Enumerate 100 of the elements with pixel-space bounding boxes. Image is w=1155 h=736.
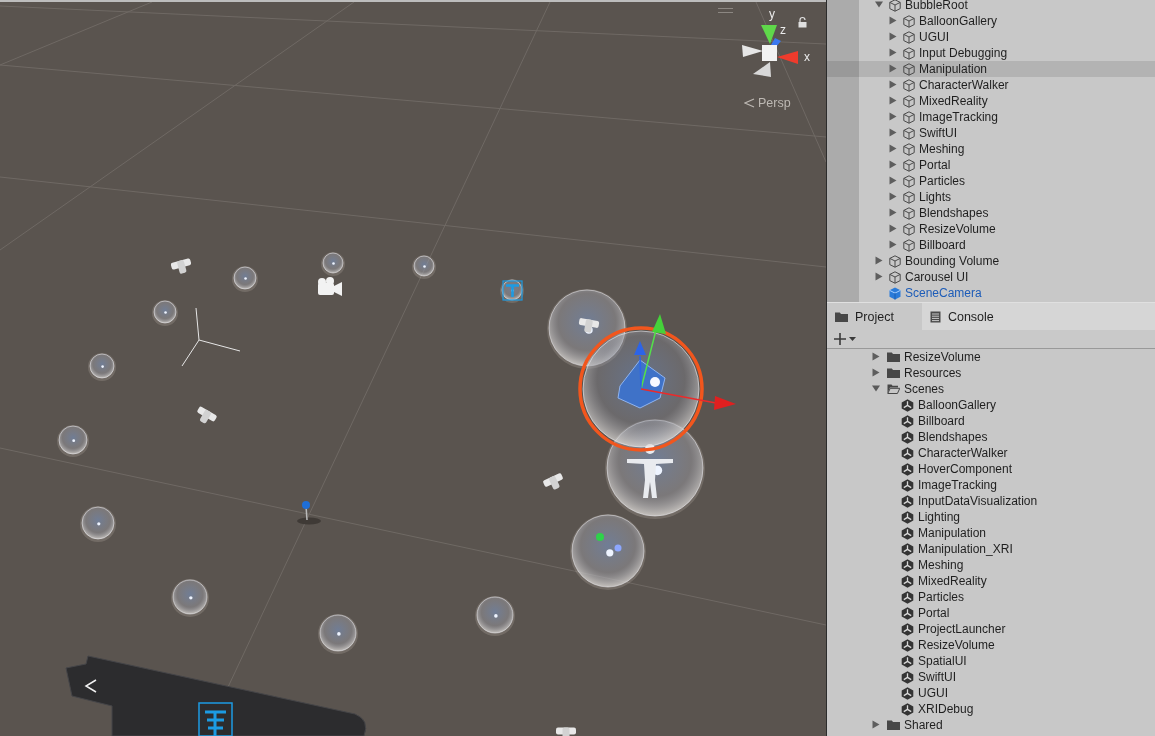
caret-right-icon[interactable]: [889, 16, 897, 25]
cube-outline-icon: [903, 174, 915, 188]
caret-down-icon[interactable]: [872, 384, 880, 393]
caret-right-icon[interactable]: [872, 720, 880, 729]
hierarchy-item[interactable]: Lights: [827, 189, 1155, 205]
hierarchy-item[interactable]: ImageTracking: [827, 109, 1155, 125]
hierarchy-item[interactable]: CharacterWalker: [827, 77, 1155, 93]
caret-right-icon[interactable]: [889, 240, 897, 249]
hierarchy-item[interactable]: Bounding Volume: [827, 253, 1155, 269]
cube-object[interactable]: [617, 359, 666, 409]
caret-right-icon[interactable]: [889, 176, 897, 185]
hierarchy-item[interactable]: Meshing: [827, 141, 1155, 157]
cube-outline-icon: [903, 142, 915, 156]
caret-right-icon[interactable]: [889, 192, 897, 201]
project-item[interactable]: InputDataVisualization: [827, 493, 1155, 509]
project-item[interactable]: Particles: [827, 589, 1155, 605]
hierarchy-item[interactable]: Input Debugging: [827, 45, 1155, 61]
hierarchy-item[interactable]: SwiftUI: [827, 125, 1155, 141]
caret-right-icon[interactable]: [889, 80, 897, 89]
marker-dot: [614, 544, 622, 552]
scene-icon: [901, 654, 914, 668]
scene-icon: [901, 670, 914, 684]
scene-icon: [901, 446, 914, 460]
project-item[interactable]: UGUI: [827, 685, 1155, 701]
axis-label: z: [780, 23, 786, 37]
project-item[interactable]: SpatialUI: [827, 653, 1155, 669]
caret-right-icon[interactable]: [889, 160, 897, 169]
negative-y-cone[interactable]: [753, 62, 771, 77]
hierarchy-item[interactable]: BubbleRoot: [827, 0, 1155, 13]
project-item[interactable]: Lighting: [827, 509, 1155, 525]
lock-icon[interactable]: [798, 16, 807, 28]
hierarchy-item[interactable]: Manipulation: [827, 61, 1155, 77]
bubble-sphere: [475, 596, 515, 636]
panel-tab[interactable]: Project: [827, 303, 922, 330]
y-axis-cone[interactable]: [761, 25, 777, 44]
cube-outline-icon: [889, 270, 901, 284]
mannequin-figure: [627, 444, 673, 498]
hierarchy-item[interactable]: Particles: [827, 173, 1155, 189]
caret-right-icon[interactable]: [872, 352, 880, 361]
project-item[interactable]: MixedReality: [827, 573, 1155, 589]
project-item[interactable]: ImageTracking: [827, 477, 1155, 493]
caret-right-icon[interactable]: [889, 112, 897, 121]
connector-object: [556, 727, 576, 736]
negative-x-cone[interactable]: [742, 45, 763, 57]
project-item[interactable]: Billboard: [827, 413, 1155, 429]
cube-outline-icon: [903, 30, 915, 44]
project-item[interactable]: Scenes: [827, 381, 1155, 397]
caret-right-icon[interactable]: [889, 128, 897, 137]
caret-right-icon[interactable]: [889, 224, 897, 233]
bubble-sphere: [232, 266, 258, 292]
caret-right-icon[interactable]: [889, 48, 897, 57]
project-item[interactable]: XRIDebug: [827, 701, 1155, 717]
folder-icon: [835, 311, 848, 322]
create-button[interactable]: [834, 333, 856, 345]
hierarchy-item[interactable]: SceneCamera: [827, 285, 1155, 301]
project-item[interactable]: Resources: [827, 365, 1155, 381]
caret-right-icon[interactable]: [875, 256, 883, 265]
move-x-arrow[interactable]: [640, 388, 736, 410]
cube-outline-icon: [903, 94, 915, 108]
caret-right-icon[interactable]: [889, 208, 897, 217]
hierarchy-item[interactable]: Carousel UI: [827, 269, 1155, 285]
project-item[interactable]: BalloonGallery: [827, 397, 1155, 413]
caret-right-icon[interactable]: [875, 272, 883, 281]
menu-icon[interactable]: [717, 8, 734, 13]
chevron-left-icon: [84, 679, 97, 693]
bubble-sphere: [321, 252, 345, 276]
caret-right-icon[interactable]: [889, 96, 897, 105]
caret-down-icon[interactable]: [875, 0, 883, 9]
hierarchy-item[interactable]: MixedReality: [827, 93, 1155, 109]
project-item[interactable]: HoverComponent: [827, 461, 1155, 477]
project-item[interactable]: Meshing: [827, 557, 1155, 573]
hierarchy-item[interactable]: Billboard: [827, 237, 1155, 253]
scene-viewport[interactable]: y z x Persp: [0, 0, 826, 736]
project-item[interactable]: Blendshapes: [827, 429, 1155, 445]
project-item[interactable]: SwiftUI: [827, 669, 1155, 685]
project-item[interactable]: Manipulation_XRI: [827, 541, 1155, 557]
project-item[interactable]: Shared: [827, 717, 1155, 733]
caret-right-icon[interactable]: [889, 64, 897, 73]
scene-icon: [901, 606, 914, 620]
project-item[interactable]: ResizeVolume: [827, 637, 1155, 653]
scene-icon: [901, 558, 914, 572]
projection-toggle[interactable]: Persp: [744, 96, 791, 110]
hierarchy-item[interactable]: Blendshapes: [827, 205, 1155, 221]
scene-icon: [901, 478, 914, 492]
hierarchy-item[interactable]: ResizeVolume: [827, 221, 1155, 237]
caret-right-icon[interactable]: [889, 144, 897, 153]
hierarchy-item[interactable]: Portal: [827, 157, 1155, 173]
panel-tab[interactable]: Console: [921, 303, 1022, 330]
cube-outline-icon: [903, 14, 915, 28]
project-item[interactable]: Manipulation: [827, 525, 1155, 541]
project-item[interactable]: ResizeVolume: [827, 349, 1155, 365]
hierarchy-item[interactable]: UGUI: [827, 29, 1155, 45]
bubble-sphere: [152, 300, 178, 326]
project-item[interactable]: CharacterWalker: [827, 445, 1155, 461]
hierarchy-item[interactable]: BalloonGallery: [827, 13, 1155, 29]
cube-outline-icon: [903, 158, 915, 172]
caret-right-icon[interactable]: [889, 32, 897, 41]
project-item[interactable]: Portal: [827, 605, 1155, 621]
project-item[interactable]: ProjectLauncher: [827, 621, 1155, 637]
caret-right-icon[interactable]: [872, 368, 880, 377]
